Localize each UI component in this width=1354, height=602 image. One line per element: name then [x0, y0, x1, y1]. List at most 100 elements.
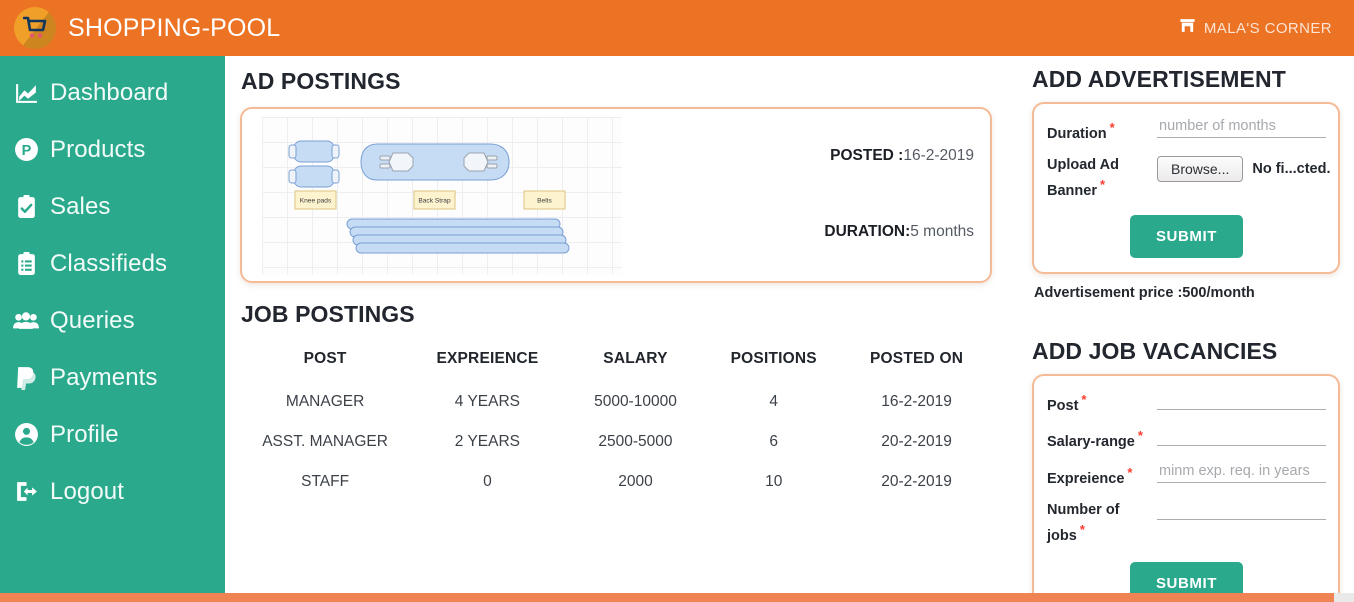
- advertisement-submit-button[interactable]: SUBMIT: [1129, 214, 1244, 258]
- sidebar-item-logout[interactable]: Logout: [0, 463, 225, 520]
- table-header-row: POST EXPREIENCE SALARY POSITIONS POSTED …: [240, 342, 992, 382]
- browse-button[interactable]: Browse...: [1157, 155, 1244, 182]
- cell-salary: 2500-5000: [598, 433, 673, 450]
- table-row: STAFF 0 2000 10 20-2-2019: [240, 462, 992, 502]
- col-positions: POSITIONS: [730, 350, 817, 367]
- right-panel: ADD ADVERTISEMENT Duration* Upload Ad Ba…: [1025, 56, 1354, 602]
- ad-duration-value: 5 months: [910, 223, 974, 240]
- cell-post: MANAGER: [285, 393, 365, 410]
- svg-text:P: P: [21, 143, 31, 159]
- duration-label-text: Duration: [1047, 125, 1107, 142]
- cell-posted-on: 16-2-2019: [881, 393, 952, 410]
- file-status-label: No fi...cted.: [1252, 160, 1331, 177]
- col-salary: SALARY: [603, 350, 668, 367]
- sidebar-item-queries[interactable]: Queries: [0, 292, 225, 349]
- banner-label-belts: Belts: [537, 198, 552, 205]
- cell-salary: 5000-10000: [594, 393, 677, 410]
- ad-banner-image: Knee pads Back Strap Belts: [262, 117, 622, 275]
- sidebar-item-classifieds[interactable]: Classifieds: [0, 235, 225, 292]
- brand-title: SHOPPING-POOL: [68, 13, 281, 42]
- sidebar-label-dashboard: Dashboard: [50, 78, 169, 106]
- sidebar-item-profile[interactable]: Profile: [0, 406, 225, 463]
- job-postings-title: JOB POSTINGS: [241, 301, 415, 327]
- sidebar-item-products[interactable]: P Products: [0, 121, 225, 178]
- sidebar-label-classifieds: Classifieds: [50, 249, 168, 277]
- paypal-icon: [13, 365, 39, 391]
- required-asterisk: *: [1079, 522, 1085, 538]
- ad-postings-title: AD POSTINGS: [241, 68, 401, 94]
- salary-range-label-text: Salary-range: [1047, 434, 1135, 451]
- col-posted-on: POSTED ON: [870, 350, 964, 367]
- salary-range-input[interactable]: [1157, 424, 1326, 447]
- user-menu[interactable]: MALA'S CORNER: [1179, 17, 1338, 39]
- col-post: POST: [303, 350, 347, 367]
- table-row: MANAGER 4 YEARS 5000-10000 4 16-2-2019: [240, 382, 992, 422]
- shopping-cart-icon: [14, 7, 56, 49]
- brand-block[interactable]: SHOPPING-POOL: [14, 7, 280, 49]
- post-label: Post *: [1047, 388, 1157, 416]
- duration-label: Duration *: [1047, 116, 1157, 144]
- add-advertisement-title: ADD ADVERTISEMENT: [1032, 66, 1286, 92]
- number-of-jobs-input[interactable]: [1157, 498, 1326, 521]
- required-asterisk: *: [1081, 391, 1087, 407]
- user-name-label: MALA'S CORNER: [1203, 19, 1332, 37]
- cell-salary: 2000: [618, 473, 653, 490]
- duration-input[interactable]: [1157, 116, 1326, 138]
- ad-posted-label: POSTED :: [830, 147, 904, 164]
- main-content: AD POSTINGS Knee pads Back Strap Belts P…: [225, 56, 1025, 593]
- cell-posted-on: 20-2-2019: [881, 473, 952, 490]
- sidebar-label-logout: Logout: [50, 477, 125, 505]
- chart-line-icon: [13, 80, 39, 106]
- sidebar-label-products: Products: [50, 135, 146, 163]
- cell-experience: 4 YEARS: [454, 393, 520, 410]
- cell-positions: 4: [769, 393, 779, 410]
- post-field-row: Post *: [1047, 387, 1326, 416]
- sidebar-label-queries: Queries: [50, 306, 135, 334]
- required-asterisk: *: [1127, 465, 1133, 481]
- ad-duration-row: DURATION:5 months: [824, 223, 974, 241]
- product-p-circle-icon: P: [13, 137, 39, 163]
- table-row: ASST. MANAGER 2 YEARS 2500-5000 6 20-2-2…: [240, 422, 992, 462]
- number-of-jobs-field-row: Number of jobs *: [1047, 498, 1326, 546]
- cell-post: STAFF: [301, 473, 350, 490]
- cell-positions: 10: [765, 473, 783, 490]
- ad-duration-label: DURATION:: [824, 223, 911, 240]
- experience-label: Expreience *: [1047, 461, 1157, 489]
- clipboard-list-icon: [13, 251, 39, 277]
- cell-posted-on: 20-2-2019: [881, 433, 952, 450]
- upload-banner-label-text: Upload Ad Banner: [1047, 156, 1119, 199]
- sidebar-label-sales: Sales: [50, 192, 111, 220]
- experience-label-text: Expreience: [1047, 471, 1125, 488]
- advertisement-price-note: Advertisement price :500/month: [1034, 284, 1255, 301]
- sidebar-item-sales[interactable]: Sales: [0, 178, 225, 235]
- store-icon: [1179, 17, 1196, 39]
- sidebar-item-payments[interactable]: Payments: [0, 349, 225, 406]
- users-icon: [13, 308, 39, 334]
- cell-post: ASST. MANAGER: [262, 433, 388, 450]
- col-experience: EXPREIENCE: [436, 350, 539, 367]
- sign-out-icon: [13, 479, 39, 505]
- required-asterisk: *: [1099, 176, 1106, 192]
- ad-meta-block: POSTED :16-2-2019 DURATION:5 months: [622, 117, 978, 273]
- required-asterisk: *: [1109, 120, 1115, 135]
- experience-field-row: Expreience *: [1047, 461, 1326, 489]
- user-circle-icon: [13, 422, 39, 448]
- cell-experience: 0: [483, 473, 492, 490]
- post-input[interactable]: [1157, 387, 1326, 410]
- required-asterisk: *: [1137, 428, 1143, 444]
- add-job-vacancies-form: Post * Salary-range * Expreience * minm …: [1032, 373, 1340, 602]
- banner-label-knee-pads: Knee pads: [300, 198, 332, 205]
- sidebar-label-profile: Profile: [50, 420, 119, 448]
- add-advertisement-form: Duration* Upload Ad Banner* Browse... No…: [1032, 102, 1340, 274]
- experience-input[interactable]: [1157, 461, 1326, 484]
- top-header-bar: SHOPPING-POOL MALA'S CORNER: [0, 0, 1354, 56]
- duration-field-row: Duration *: [1047, 116, 1326, 144]
- salary-range-label: Salary-range *: [1047, 424, 1157, 452]
- cell-experience: 2 YEARS: [454, 433, 520, 450]
- banner-label-back-strap: Back Strap: [418, 198, 451, 205]
- upload-banner-field-row: Upload Ad Banner * Browse... No fi...cted…: [1047, 153, 1331, 201]
- job-postings-table: POST EXPREIENCE SALARY POSITIONS POSTED …: [240, 342, 992, 502]
- footer-strip: [0, 593, 1354, 602]
- post-label-text: Post: [1047, 397, 1079, 414]
- sidebar-item-dashboard[interactable]: Dashboard: [0, 64, 225, 121]
